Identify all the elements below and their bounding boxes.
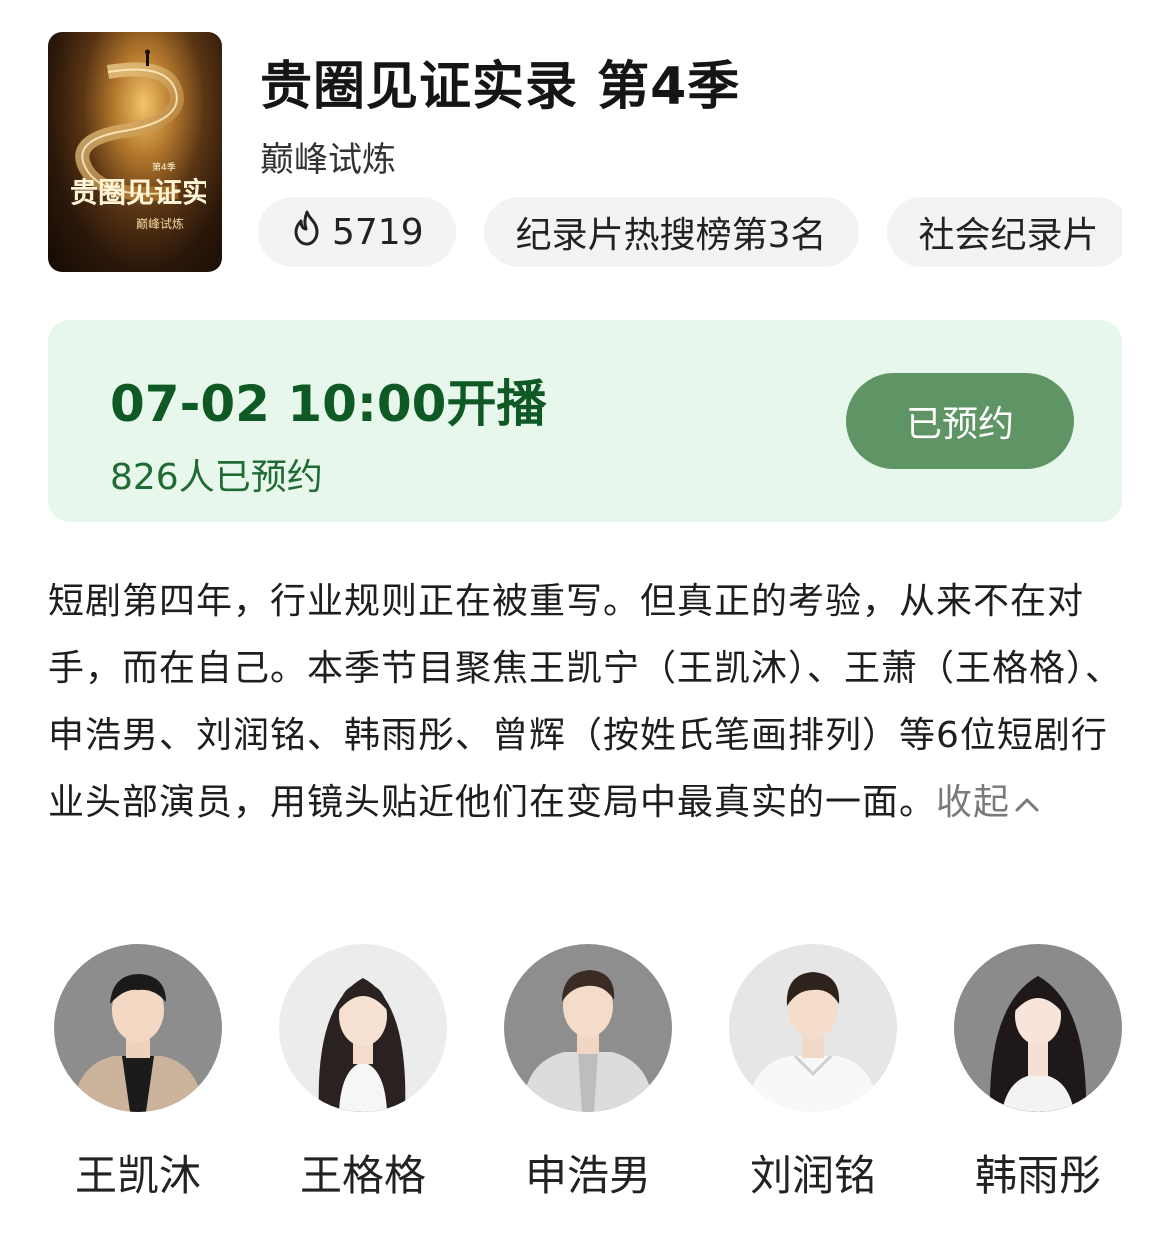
air-time: 07-02 10:00开播: [110, 375, 547, 433]
poster-badge-text: 第4季: [152, 161, 176, 173]
reserved-button[interactable]: 已预约: [846, 373, 1074, 469]
cast-member[interactable]: 刘润铭: [729, 944, 897, 1203]
avatar: [504, 944, 672, 1112]
cast-member[interactable]: 王凯沐: [54, 944, 222, 1203]
poster-logo: 贵圈见证实录 第4季 巅峰试炼: [66, 158, 206, 238]
reservation-card: 07-02 10:00开播 826人已预约 已预约: [48, 320, 1122, 522]
cast-name: 韩雨彤: [974, 1151, 1101, 1200]
cast-name: 刘润铭: [749, 1151, 876, 1200]
collapse-toggle[interactable]: 收起: [936, 782, 1042, 823]
avatar: [54, 944, 222, 1112]
cast-name: 申浩男: [524, 1151, 651, 1200]
collapse-label: 收起: [936, 782, 1011, 823]
avatar: [729, 944, 897, 1112]
genre-label: 社会纪录片: [918, 215, 1099, 256]
genre-tag[interactable]: 社会纪录片: [886, 197, 1122, 267]
page-title: 贵圈见证实录 第4季: [260, 57, 741, 117]
cast-member[interactable]: 韩雨彤: [954, 944, 1122, 1203]
poster-sub-text: 巅峰试炼: [136, 216, 184, 231]
show-header: 贵圈见证实录 第4季 巅峰试炼 贵圈见证实录 第4季 巅峰试炼 5719 纪录片…: [48, 32, 1122, 272]
cast-list: 王凯沐 王格格 申浩男 刘润铭 韩雨彤: [54, 944, 1124, 1204]
ranking-tag[interactable]: 纪录片热搜榜第3名: [483, 197, 859, 267]
avatar: [954, 944, 1122, 1112]
poster-title-text: 贵圈见证实录: [70, 176, 206, 209]
cast-member[interactable]: 王格格: [279, 944, 447, 1203]
tag-row[interactable]: 5719 纪录片热搜榜第3名 社会纪录片: [258, 197, 1122, 267]
avatar: [279, 944, 447, 1112]
page-subtitle: 巅峰试炼: [260, 140, 396, 180]
show-poster[interactable]: 贵圈见证实录 第4季 巅峰试炼: [48, 32, 222, 272]
reservation-count: 826人已预约: [110, 457, 323, 498]
cast-name: 王格格: [299, 1151, 426, 1200]
ranking-label: 纪录片热搜榜第3名: [515, 215, 827, 256]
heat-tag[interactable]: 5719: [258, 197, 456, 267]
flame-icon: [290, 209, 332, 256]
chevron-up-icon: [1015, 798, 1039, 812]
cast-member[interactable]: 申浩男: [504, 944, 672, 1203]
cast-name: 王凯沐: [74, 1151, 201, 1200]
show-description: 短剧第四年，行业规则正在被重写。但真正的考验，从来不在对手，而在自己。本季节目聚…: [48, 568, 1122, 836]
heat-value: 5719: [332, 211, 424, 253]
